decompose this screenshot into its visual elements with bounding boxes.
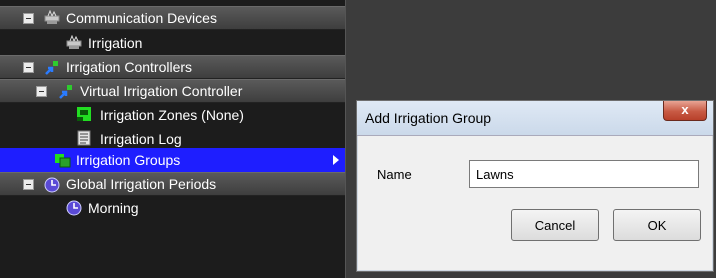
expand-arrow-icon[interactable]: [333, 155, 339, 165]
virtual-controller-icon: [58, 84, 74, 100]
tree-item-global-irrigation-periods[interactable]: Global Irrigation Periods: [0, 172, 345, 196]
irrigation-log-icon: [76, 130, 92, 146]
clock-icon: [44, 177, 60, 193]
ok-button[interactable]: OK: [613, 209, 701, 241]
tree-item-irrigation[interactable]: Irrigation: [0, 31, 345, 55]
collapse-toggle[interactable]: [23, 179, 34, 190]
navigation-tree: Communication Devices Irrigation Irrigat…: [0, 0, 346, 278]
dialog-body: Name Cancel OK: [365, 143, 705, 263]
collapse-toggle[interactable]: [23, 62, 34, 73]
irrigation-controller-icon: [44, 60, 60, 76]
tree-item-label: Morning: [88, 200, 139, 216]
tree-item-label: Irrigation Log: [100, 131, 182, 147]
tree-item-label: Communication Devices: [66, 10, 217, 26]
dialog-title: Add Irrigation Group: [365, 110, 492, 126]
tree-item-irrigation-zones[interactable]: Irrigation Zones (None): [0, 103, 345, 127]
add-irrigation-group-dialog: Add Irrigation Group x Name Cancel OK: [356, 100, 714, 272]
tree-item-label: Irrigation Groups: [76, 152, 181, 168]
dialog-titlebar[interactable]: Add Irrigation Group x: [357, 101, 713, 136]
cancel-button[interactable]: Cancel: [511, 209, 599, 241]
tree-item-label: Virtual Irrigation Controller: [80, 83, 243, 99]
collapse-toggle[interactable]: [23, 13, 34, 24]
tree-item-communication-devices[interactable]: Communication Devices: [0, 6, 345, 30]
tree-item-label: Global Irrigation Periods: [66, 176, 217, 192]
tree-item-virtual-irrigation-controller[interactable]: Virtual Irrigation Controller: [0, 79, 345, 103]
close-icon: x: [681, 102, 689, 117]
tree-item-label: Irrigation Zones (None): [100, 107, 244, 123]
name-label: Name: [377, 167, 412, 182]
tree-item-irrigation-groups[interactable]: Irrigation Groups: [0, 148, 345, 172]
clock-icon: [66, 200, 82, 216]
irrigation-zones-icon: [76, 106, 92, 122]
communication-devices-icon: [44, 9, 60, 26]
tree-item-label: Irrigation: [88, 35, 143, 51]
tree-item-irrigation-controllers[interactable]: Irrigation Controllers: [0, 55, 345, 79]
close-button[interactable]: x: [663, 101, 707, 121]
tree-item-morning[interactable]: Morning: [0, 196, 345, 220]
collapse-toggle[interactable]: [36, 86, 47, 97]
irrigation-groups-icon: [54, 152, 71, 168]
tree-item-label: Irrigation Controllers: [66, 59, 193, 75]
communication-device-icon: [66, 34, 82, 51]
name-input[interactable]: [469, 160, 699, 188]
